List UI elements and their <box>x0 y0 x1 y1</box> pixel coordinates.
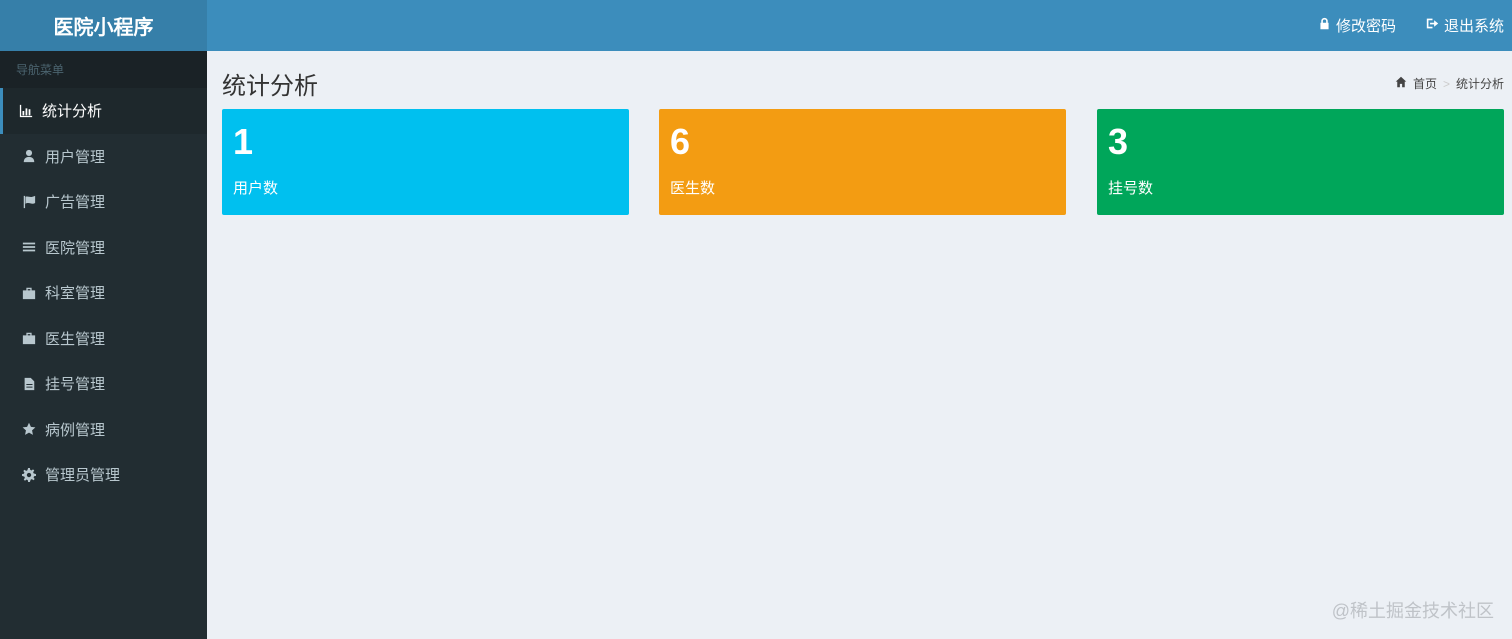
stat-box-users[interactable]: 1 用户数 <box>222 109 629 215</box>
stat-label: 挂号数 <box>1108 180 1154 197</box>
top-actions: 修改密码 退出系统 <box>1318 0 1504 51</box>
logout-link[interactable]: 退出系统 <box>1426 15 1504 36</box>
user-icon <box>21 148 37 164</box>
sidebar-item-hospitals[interactable]: 医院管理 <box>0 225 207 271</box>
stat-box-doctors[interactable]: 6 医生数 <box>659 109 1066 215</box>
sidebar-item-label: 广告管理 <box>45 194 106 212</box>
stat-value: 3 <box>1108 121 1129 162</box>
bar-chart-icon <box>18 103 34 119</box>
stat-value: 6 <box>670 121 691 162</box>
content-header: 统计分析 首页 > 统计分析 <box>222 51 1504 109</box>
sidebar-item-label: 用户管理 <box>45 148 106 166</box>
lock-icon <box>1318 17 1331 34</box>
sidebar-item-doctors[interactable]: 医生管理 <box>0 316 207 362</box>
stat-value: 1 <box>233 121 254 162</box>
home-icon <box>1395 76 1407 91</box>
app-logo[interactable]: 医院小程序 <box>0 0 207 51</box>
sidebar: 导航菜单 统计分析 用户管理 广告管理 医院管理 科室管理 医生管理 挂号管理 … <box>0 51 207 639</box>
sidebar-item-registrations[interactable]: 挂号管理 <box>0 361 207 407</box>
sidebar-item-label: 医院管理 <box>45 239 106 257</box>
breadcrumb-home[interactable]: 首页 <box>1413 75 1437 92</box>
star-icon <box>21 421 37 437</box>
briefcase-icon <box>21 285 37 301</box>
gear-icon <box>21 467 37 483</box>
page-title: 统计分析 <box>222 73 318 100</box>
file-icon <box>21 376 37 392</box>
sign-out-icon <box>1426 17 1439 34</box>
stat-box-registrations[interactable]: 3 挂号数 <box>1097 109 1504 215</box>
breadcrumb-separator: > <box>1442 76 1450 91</box>
change-password-link[interactable]: 修改密码 <box>1318 15 1396 36</box>
change-password-label: 修改密码 <box>1335 18 1396 35</box>
sidebar-item-label: 医生管理 <box>45 330 106 348</box>
sidebar-item-statistics[interactable]: 统计分析 <box>0 88 207 134</box>
watermark: @稀土掘金技术社区 <box>1331 601 1494 621</box>
breadcrumb: 首页 > 统计分析 <box>1395 75 1504 92</box>
sidebar-item-admins[interactable]: 管理员管理 <box>0 452 207 498</box>
breadcrumb-current: 统计分析 <box>1455 77 1504 91</box>
briefcase-icon <box>21 330 37 346</box>
top-header: 医院小程序 修改密码 退出系统 <box>0 0 1512 51</box>
flag-icon <box>21 194 37 210</box>
sidebar-item-label: 病例管理 <box>45 421 106 439</box>
logout-label: 退出系统 <box>1443 18 1504 35</box>
sidebar-item-label: 挂号管理 <box>45 376 106 394</box>
sidebar-item-users[interactable]: 用户管理 <box>0 134 207 180</box>
sidebar-item-departments[interactable]: 科室管理 <box>0 270 207 316</box>
sidebar-item-label: 统计分析 <box>42 103 103 121</box>
stat-label: 医生数 <box>670 180 716 197</box>
sidebar-item-label: 科室管理 <box>45 285 106 303</box>
sidebar-item-ads[interactable]: 广告管理 <box>0 179 207 225</box>
sidebar-item-label: 管理员管理 <box>45 467 121 485</box>
sidebar-item-cases[interactable]: 病例管理 <box>0 407 207 453</box>
stat-label: 用户数 <box>233 180 279 197</box>
list-icon <box>21 239 37 255</box>
nav-header: 导航菜单 <box>0 51 207 88</box>
